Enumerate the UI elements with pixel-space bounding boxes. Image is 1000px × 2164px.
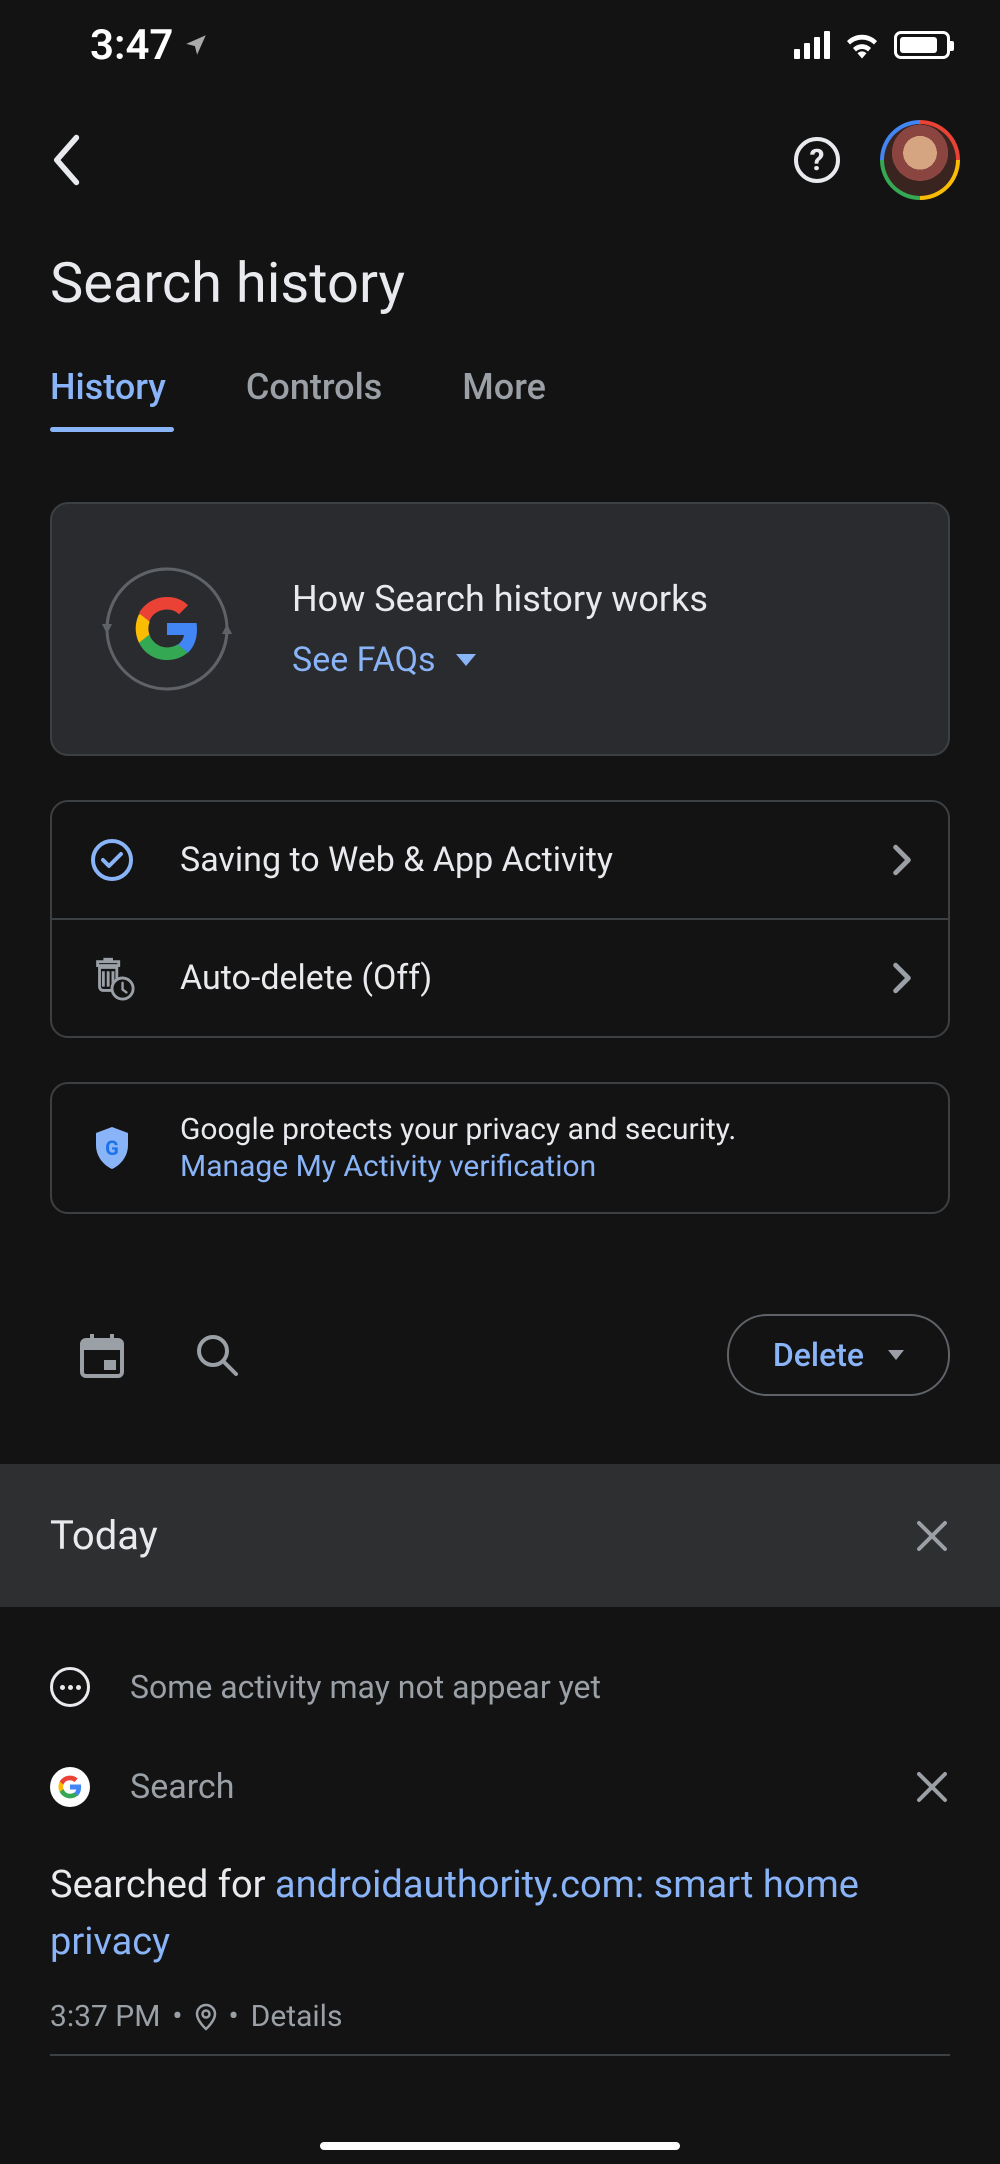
search-icon[interactable] [194, 1332, 240, 1378]
history-item-title: Searched for androidauthority.com: smart… [50, 1857, 950, 1971]
tab-history[interactable]: History [50, 366, 166, 432]
google-icon [50, 1767, 90, 1807]
close-icon[interactable] [914, 1518, 950, 1554]
notice-text: Some activity may not appear yet [130, 1668, 601, 1706]
location-pin-icon [195, 2003, 217, 2031]
svg-text:G: G [105, 1136, 119, 1160]
history-toolbar: Delete [0, 1214, 1000, 1446]
tab-more[interactable]: More [462, 366, 546, 432]
cellular-signal-icon [794, 31, 830, 59]
calendar-icon[interactable] [80, 1332, 124, 1378]
chevron-right-icon [892, 962, 912, 994]
more-horizontal-icon [50, 1667, 90, 1707]
delete-label: Delete [773, 1336, 864, 1374]
chevron-right-icon [892, 844, 912, 876]
section-title: Today [50, 1512, 158, 1559]
history-item[interactable]: Searched for androidauthority.com: smart… [0, 1837, 1000, 2034]
setting-label: Saving to Web & App Activity [180, 840, 848, 880]
home-indicator[interactable] [320, 2142, 680, 2150]
item-details-link[interactable]: Details [251, 1999, 343, 2034]
privacy-main-text: Google protects your privacy and securit… [180, 1112, 912, 1147]
chevron-down-icon [456, 654, 476, 666]
help-button[interactable]: ? [794, 137, 840, 183]
faq-title: How Search history works [292, 578, 908, 620]
faq-link-label: See FAQs [292, 640, 436, 680]
chevron-down-icon [888, 1350, 904, 1360]
divider [50, 2054, 950, 2056]
setting-label: Auto-delete (Off) [180, 958, 848, 998]
status-bar: 3:47 [0, 0, 1000, 90]
status-clock: 3:47 [90, 21, 173, 70]
history-item-meta: 3:37 PM • • Details [50, 1999, 950, 2034]
settings-card: Saving to Web & App Activity Auto-delete… [50, 800, 950, 1038]
page-title: Search history [0, 200, 1000, 316]
header-actions: ? [794, 120, 960, 200]
privacy-text: Google protects your privacy and securit… [180, 1112, 912, 1184]
profile-avatar[interactable] [880, 120, 960, 200]
faq-card[interactable]: How Search history works See FAQs [50, 502, 950, 756]
setting-auto-delete[interactable]: Auto-delete (Off) [52, 920, 948, 1036]
close-icon[interactable] [914, 1769, 950, 1805]
meta-dot: • [229, 1999, 239, 2034]
meta-dot: • [172, 1999, 182, 2034]
notice-row: Some activity may not appear yet [0, 1607, 1000, 1737]
battery-icon [894, 31, 950, 59]
wifi-icon [844, 31, 880, 59]
tab-controls[interactable]: Controls [246, 366, 382, 432]
back-button[interactable] [50, 132, 86, 188]
google-reload-icon [92, 554, 242, 704]
tabs: History Controls More [0, 316, 1000, 432]
faq-text: How Search history works See FAQs [292, 578, 908, 680]
app-header: ? [0, 90, 1000, 200]
location-arrow-icon [183, 32, 209, 58]
auto-delete-icon [88, 954, 136, 1002]
content: How Search history works See FAQs Saving… [0, 432, 1000, 1214]
section-header-today: Today [0, 1464, 1000, 1607]
source-name: Search [130, 1767, 874, 1807]
setting-web-app-activity[interactable]: Saving to Web & App Activity [52, 802, 948, 920]
privacy-card[interactable]: G Google protects your privacy and secur… [50, 1082, 950, 1214]
item-prefix: Searched for [50, 1863, 275, 1907]
status-time: 3:47 [90, 21, 209, 70]
faq-link[interactable]: See FAQs [292, 640, 908, 680]
item-time: 3:37 PM [50, 1999, 160, 2034]
delete-button[interactable]: Delete [727, 1314, 950, 1396]
shield-icon: G [88, 1124, 136, 1172]
status-right [794, 31, 950, 59]
source-row: Search [0, 1737, 1000, 1837]
check-circle-icon [88, 836, 136, 884]
privacy-link[interactable]: Manage My Activity verification [180, 1149, 912, 1184]
